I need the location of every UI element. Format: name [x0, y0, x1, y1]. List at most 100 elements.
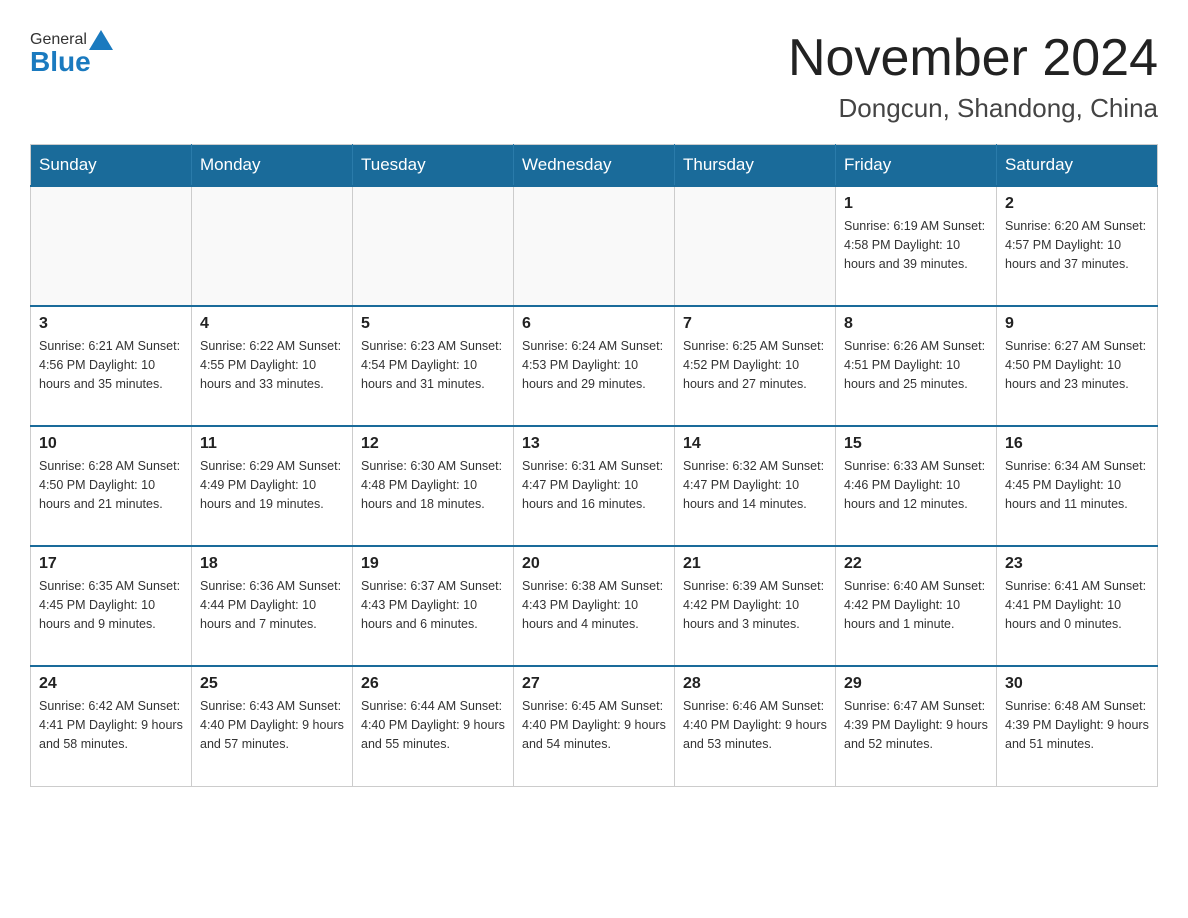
day-info: Sunrise: 6:37 AM Sunset: 4:43 PM Dayligh…: [361, 577, 505, 633]
calendar-cell: [514, 186, 675, 306]
day-number: 22: [844, 555, 988, 573]
day-number: 19: [361, 555, 505, 573]
day-number: 13: [522, 435, 666, 453]
calendar-cell: 27 Sunrise: 6:45 AM Sunset: 4:40 PM Dayli…: [514, 666, 675, 786]
day-number: 15: [844, 435, 988, 453]
calendar-cell: 11Sunrise: 6:29 AM Sunset: 4:49 PM Dayli…: [192, 426, 353, 546]
weekday-header-tuesday: Tuesday: [353, 145, 514, 187]
day-info: Sunrise: 6:24 AM Sunset: 4:53 PM Dayligh…: [522, 337, 666, 393]
day-info: Sunrise: 6:43 AM Sunset: 4:40 PM Dayligh…: [200, 697, 344, 753]
day-info: Sunrise: 6:28 AM Sunset: 4:50 PM Dayligh…: [39, 457, 183, 513]
day-number: 1: [844, 195, 988, 213]
calendar-cell: 1 Sunrise: 6:19 AM Sunset: 4:58 PM Daylig…: [836, 186, 997, 306]
weekday-header-wednesday: Wednesday: [514, 145, 675, 187]
calendar-cell: 5 Sunrise: 6:23 AM Sunset: 4:54 PM Daylig…: [353, 306, 514, 426]
calendar-cell: 14Sunrise: 6:32 AM Sunset: 4:47 PM Dayli…: [675, 426, 836, 546]
logo-text-blue: Blue: [30, 46, 91, 78]
weekday-header-sunday: Sunday: [31, 145, 192, 187]
calendar-cell: [675, 186, 836, 306]
day-number: 10: [39, 435, 183, 453]
calendar-cell: 8 Sunrise: 6:26 AM Sunset: 4:51 PM Daylig…: [836, 306, 997, 426]
day-info: Sunrise: 6:32 AM Sunset: 4:47 PM Dayligh…: [683, 457, 827, 513]
calendar-week-row: 3 Sunrise: 6:21 AM Sunset: 4:56 PM Daylig…: [31, 306, 1158, 426]
day-number: 2: [1005, 195, 1149, 213]
calendar-cell: 16 Sunrise: 6:34 AM Sunset: 4:45 PM Dayli…: [997, 426, 1158, 546]
day-number: 21: [683, 555, 827, 573]
day-number: 8: [844, 315, 988, 333]
day-info: Sunrise: 6:21 AM Sunset: 4:56 PM Dayligh…: [39, 337, 183, 393]
day-info: Sunrise: 6:45 AM Sunset: 4:40 PM Dayligh…: [522, 697, 666, 753]
calendar-cell: [353, 186, 514, 306]
day-number: 23: [1005, 555, 1149, 573]
day-number: 11: [200, 435, 344, 453]
day-number: 16: [1005, 435, 1149, 453]
calendar-cell: 12 Sunrise: 6:30 AM Sunset: 4:48 PM Dayli…: [353, 426, 514, 546]
calendar-cell: 17 Sunrise: 6:35 AM Sunset: 4:45 PM Dayli…: [31, 546, 192, 666]
calendar-cell: [192, 186, 353, 306]
calendar-cell: 25 Sunrise: 6:43 AM Sunset: 4:40 PM Dayli…: [192, 666, 353, 786]
day-info: Sunrise: 6:27 AM Sunset: 4:50 PM Dayligh…: [1005, 337, 1149, 393]
day-number: 9: [1005, 315, 1149, 333]
logo-triangle-icon: [89, 30, 113, 50]
calendar-cell: 21 Sunrise: 6:39 AM Sunset: 4:42 PM Dayli…: [675, 546, 836, 666]
title-section: November 2024 Dongcun, Shandong, China: [788, 30, 1158, 124]
day-info: Sunrise: 6:34 AM Sunset: 4:45 PM Dayligh…: [1005, 457, 1149, 513]
day-info: Sunrise: 6:44 AM Sunset: 4:40 PM Dayligh…: [361, 697, 505, 753]
calendar-cell: 13 Sunrise: 6:31 AM Sunset: 4:47 PM Dayli…: [514, 426, 675, 546]
calendar-cell: 9 Sunrise: 6:27 AM Sunset: 4:50 PM Daylig…: [997, 306, 1158, 426]
day-number: 25: [200, 675, 344, 693]
calendar-week-row: 24 Sunrise: 6:42 AM Sunset: 4:41 PM Dayli…: [31, 666, 1158, 786]
page-header: General Blue November 2024 Dongcun, Shan…: [30, 30, 1158, 124]
day-info: Sunrise: 6:42 AM Sunset: 4:41 PM Dayligh…: [39, 697, 183, 753]
day-number: 17: [39, 555, 183, 573]
day-number: 28: [683, 675, 827, 693]
calendar-cell: 10 Sunrise: 6:28 AM Sunset: 4:50 PM Dayli…: [31, 426, 192, 546]
calendar-week-row: 10 Sunrise: 6:28 AM Sunset: 4:50 PM Dayli…: [31, 426, 1158, 546]
day-number: 12: [361, 435, 505, 453]
calendar-cell: 19 Sunrise: 6:37 AM Sunset: 4:43 PM Dayli…: [353, 546, 514, 666]
calendar-cell: 7Sunrise: 6:25 AM Sunset: 4:52 PM Daylig…: [675, 306, 836, 426]
day-number: 3: [39, 315, 183, 333]
day-info: Sunrise: 6:47 AM Sunset: 4:39 PM Dayligh…: [844, 697, 988, 753]
weekday-header-friday: Friday: [836, 145, 997, 187]
day-number: 6: [522, 315, 666, 333]
day-info: Sunrise: 6:33 AM Sunset: 4:46 PM Dayligh…: [844, 457, 988, 513]
day-info: Sunrise: 6:48 AM Sunset: 4:39 PM Dayligh…: [1005, 697, 1149, 753]
day-number: 30: [1005, 675, 1149, 693]
day-info: Sunrise: 6:30 AM Sunset: 4:48 PM Dayligh…: [361, 457, 505, 513]
day-info: Sunrise: 6:19 AM Sunset: 4:58 PM Dayligh…: [844, 217, 988, 273]
calendar-cell: 18Sunrise: 6:36 AM Sunset: 4:44 PM Dayli…: [192, 546, 353, 666]
day-number: 27: [522, 675, 666, 693]
calendar-cell: 3 Sunrise: 6:21 AM Sunset: 4:56 PM Daylig…: [31, 306, 192, 426]
calendar-cell: 2 Sunrise: 6:20 AM Sunset: 4:57 PM Daylig…: [997, 186, 1158, 306]
calendar-cell: 26 Sunrise: 6:44 AM Sunset: 4:40 PM Dayli…: [353, 666, 514, 786]
day-info: Sunrise: 6:35 AM Sunset: 4:45 PM Dayligh…: [39, 577, 183, 633]
day-number: 26: [361, 675, 505, 693]
day-number: 5: [361, 315, 505, 333]
day-number: 24: [39, 675, 183, 693]
calendar-cell: 28 Sunrise: 6:46 AM Sunset: 4:40 PM Dayli…: [675, 666, 836, 786]
weekday-header-thursday: Thursday: [675, 145, 836, 187]
calendar-cell: 20Sunrise: 6:38 AM Sunset: 4:43 PM Dayli…: [514, 546, 675, 666]
day-number: 29: [844, 675, 988, 693]
calendar-cell: 4Sunrise: 6:22 AM Sunset: 4:55 PM Daylig…: [192, 306, 353, 426]
day-info: Sunrise: 6:39 AM Sunset: 4:42 PM Dayligh…: [683, 577, 827, 633]
calendar-week-row: 17 Sunrise: 6:35 AM Sunset: 4:45 PM Dayli…: [31, 546, 1158, 666]
month-title: November 2024: [788, 30, 1158, 87]
day-info: Sunrise: 6:41 AM Sunset: 4:41 PM Dayligh…: [1005, 577, 1149, 633]
calendar-cell: 29 Sunrise: 6:47 AM Sunset: 4:39 PM Dayli…: [836, 666, 997, 786]
day-info: Sunrise: 6:20 AM Sunset: 4:57 PM Dayligh…: [1005, 217, 1149, 273]
day-info: Sunrise: 6:22 AM Sunset: 4:55 PM Dayligh…: [200, 337, 344, 393]
day-info: Sunrise: 6:36 AM Sunset: 4:44 PM Dayligh…: [200, 577, 344, 633]
day-info: Sunrise: 6:26 AM Sunset: 4:51 PM Dayligh…: [844, 337, 988, 393]
weekday-header-row: SundayMondayTuesdayWednesdayThursdayFrid…: [31, 145, 1158, 187]
calendar-cell: [31, 186, 192, 306]
calendar-cell: 6 Sunrise: 6:24 AM Sunset: 4:53 PM Daylig…: [514, 306, 675, 426]
calendar-table: SundayMondayTuesdayWednesdayThursdayFrid…: [30, 144, 1158, 787]
day-info: Sunrise: 6:23 AM Sunset: 4:54 PM Dayligh…: [361, 337, 505, 393]
weekday-header-monday: Monday: [192, 145, 353, 187]
day-info: Sunrise: 6:40 AM Sunset: 4:42 PM Dayligh…: [844, 577, 988, 633]
day-info: Sunrise: 6:31 AM Sunset: 4:47 PM Dayligh…: [522, 457, 666, 513]
day-info: Sunrise: 6:46 AM Sunset: 4:40 PM Dayligh…: [683, 697, 827, 753]
weekday-header-saturday: Saturday: [997, 145, 1158, 187]
